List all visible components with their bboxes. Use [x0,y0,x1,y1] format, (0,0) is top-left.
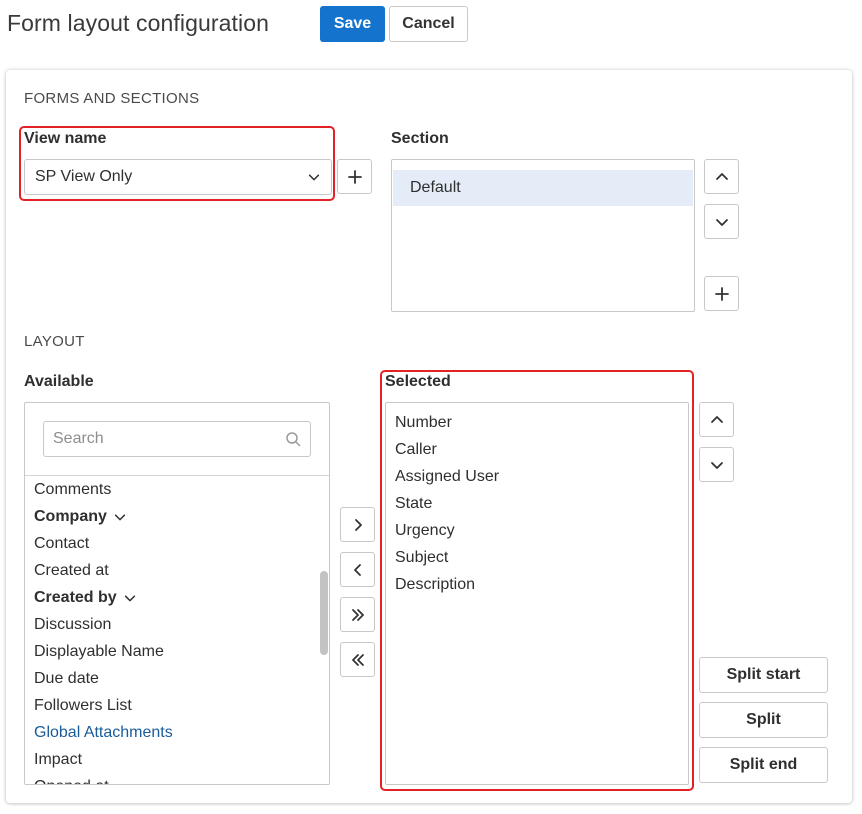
available-item[interactable]: Due date [34,665,315,692]
layout-heading: LAYOUT [24,333,85,350]
move-all-right-button[interactable] [340,597,375,632]
available-items: Comments Company Contact Created at Created … [34,476,315,784]
add-view-button[interactable] [337,159,372,194]
chevron-left-icon [353,563,361,576]
available-item-label: Impact [34,751,83,768]
page-title: Form layout configuration [7,10,270,36]
available-item[interactable]: Opened at [34,773,315,784]
selected-move-down-button[interactable] [699,447,734,482]
available-item[interactable]: Contact [34,530,315,557]
double-chevron-left-icon [351,653,364,666]
available-item[interactable]: Discussion [34,611,315,638]
search-input[interactable]: Search [43,421,311,457]
available-item[interactable]: Company [34,503,315,530]
selected-highlight [380,370,694,791]
section-move-up-button[interactable] [704,159,739,194]
split-end-button[interactable]: Split end [699,747,828,783]
available-item-label: Followers List [34,697,132,714]
available-item-label: Discussion [34,616,112,633]
available-item[interactable]: Created at [34,557,315,584]
view-name-highlight [19,126,335,201]
move-left-button[interactable] [340,552,375,587]
chevron-down-icon[interactable] [113,510,127,524]
available-item-label: Company [34,508,107,525]
available-item-label: Comments [34,481,112,498]
chevron-right-icon [354,518,362,531]
move-right-button[interactable] [340,507,375,542]
section-list[interactable]: Default [391,159,695,312]
available-item-label: Created by [34,589,117,606]
search-icon [286,432,301,447]
available-item-label: Global Attachments [34,724,173,741]
cancel-button[interactable]: Cancel [389,6,468,42]
selected-move-up-button[interactable] [699,402,734,437]
available-item-label: Displayable Name [34,643,164,660]
chevron-down-icon[interactable] [123,591,137,605]
available-item[interactable]: Global Attachments [34,719,315,746]
available-item-label: Opened at [34,773,109,784]
available-item[interactable]: Followers List [34,692,315,719]
plus-icon [347,169,362,184]
move-all-left-button[interactable] [340,642,375,677]
available-item[interactable]: Displayable Name [34,638,315,665]
available-item-label: Contact [34,535,90,552]
available-list-box[interactable]: Search Comments Company Contact Created at C… [24,402,330,785]
split-button[interactable]: Split [699,702,828,738]
search-placeholder: Search [53,430,104,447]
section-item-default[interactable]: Default [393,170,693,206]
available-label: Available [24,373,94,390]
add-section-button[interactable] [704,276,739,311]
plus-icon [714,286,729,301]
section-move-down-button[interactable] [704,204,739,239]
save-button[interactable]: Save [320,6,385,42]
chevron-down-icon [710,461,723,469]
chevron-down-icon [715,218,728,226]
available-item[interactable]: Created by [34,584,315,611]
available-item[interactable]: Impact [34,746,315,773]
available-scrollbar[interactable] [320,571,328,655]
double-chevron-right-icon [351,608,364,621]
available-item-label: Created at [34,562,109,579]
chevron-up-icon [715,172,728,180]
split-start-button[interactable]: Split start [699,657,828,693]
available-item-label: Due date [34,670,99,687]
available-item[interactable]: Comments [34,476,315,503]
forms-sections-heading: FORMS AND SECTIONS [24,90,200,107]
chevron-up-icon [710,415,723,423]
section-label: Section [391,130,449,147]
